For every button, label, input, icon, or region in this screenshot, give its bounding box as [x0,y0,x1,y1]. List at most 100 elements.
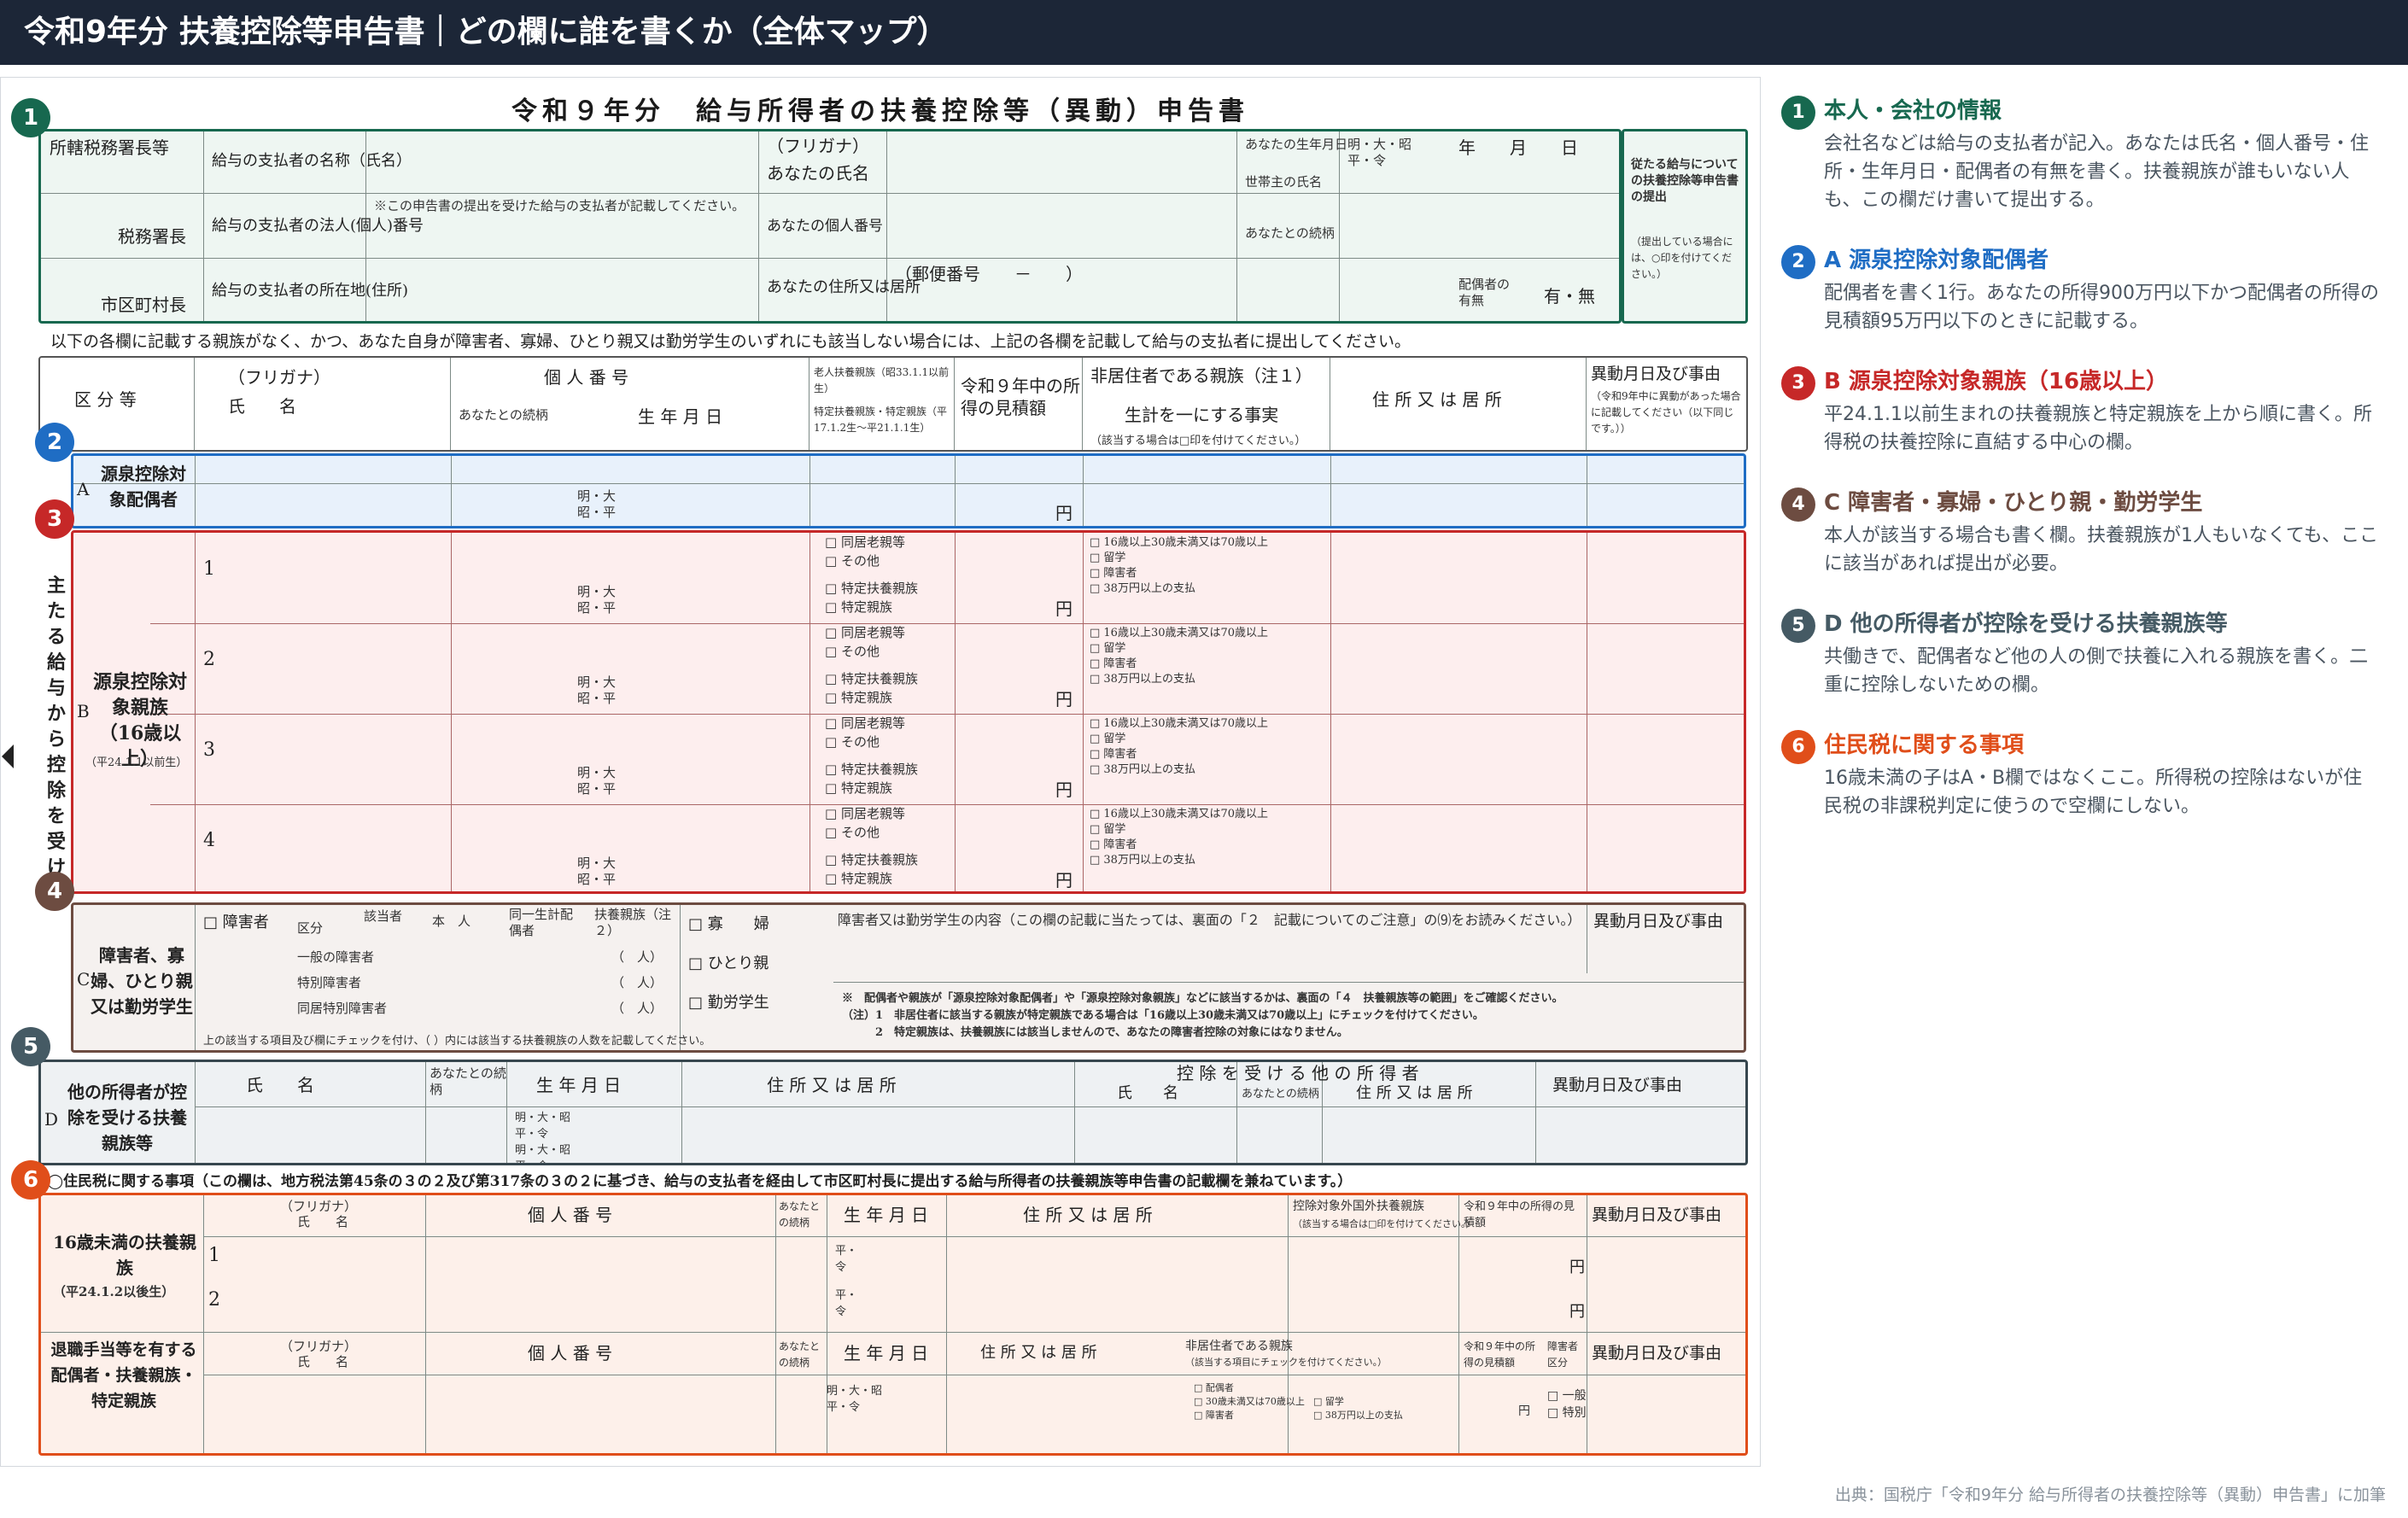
sec6-t-furigana: （フリガナ） [280,1339,358,1354]
your-name-label: あなたの氏名 [767,163,869,184]
legend-panel: 1 本人・会社の情報 会社名などは給与の支払者が記入。あなたは氏名・個人番号・住… [1781,94,2379,849]
sec-c-haigu: 同一生計配偶者 [509,907,574,938]
legend-badge-1: 1 [1781,96,1815,130]
sec-d-birth: 生 年 月 日 [536,1075,622,1095]
sec6-t-income: 令和９年中の所得の見積額 [1464,1340,1536,1369]
section-1-personal-info: 所轄税務署長等 税務署長 市区町村長 給与の支払者の名称（氏名） 給与の支払者の… [38,129,1622,324]
col-hikyo-note: （該当する場合は□印を付けてください。） [1090,435,1306,447]
legend-badge-5: 5 [1781,609,1815,643]
sec-b-row-2: 2 [203,649,215,670]
sec-c-honnin: 本 人 [432,914,471,929]
legend-title-6: 住民税に関する事項 [1824,733,2025,758]
birth-label: あなたの生年月日 [1245,137,1348,152]
b1-yen: 円 [1055,598,1072,619]
b2-hikyo-1: □ 16歳以上30歳未満又は70歳以上 [1090,627,1269,639]
sec6-t-chk-3: □ 障害者 [1194,1410,1234,1421]
b4-chk-dokyo: □ 同居老親等 [825,806,905,821]
b3-chk-other: □ その他 [825,734,880,750]
spouse-yesno: 有・無 [1544,286,1595,307]
sec-c-fuyo: 扶養親族（注２） [594,907,672,938]
sec-c-gaito: 該当者 [364,908,403,924]
office-label: 所轄税務署長等 [50,137,169,158]
b1-chk-dokyo: □ 同居老親等 [825,534,905,550]
sec-c-shogai: □ 障害者 [203,914,269,931]
sec-d-addr: 住 所 又 は 居 所 [767,1075,897,1095]
legend-desc-5: 共働きで、配偶者など他の人の側で扶養に入れる親族を書く。二重に控除しないための欄… [1824,646,2369,696]
legend-item-4: 4 C 障害者・寡婦・ひとり親・勤労学生 本人が該当する場合も書く欄。扶養親族が… [1781,486,2379,578]
section-2-spouse-a: A 源泉控除対象配偶者 明・大 昭・平 円 [71,453,1746,528]
section-4-disability-c: C 障害者、寡婦、ひとり親又は勤労学生 □ 障害者 区分 該当者 本 人 同一生… [71,902,1746,1053]
relation-label: あなたとの続柄 [1245,225,1335,241]
payer-name-label: 給与の支払者の名称（氏名） [212,152,412,170]
b4-yen: 円 [1055,870,1072,890]
b4-chk-tokutei-shinzoku: □ 特定親族 [825,871,892,886]
b2-yen: 円 [1055,689,1072,709]
legend-desc-6: 16歳未満の子はA・B欄ではなくここ。所得税の控除はないが住民税の非課税判定に使… [1824,768,2363,817]
furigana-label: （フリガナ） [767,136,869,156]
col-change: 異動月日及び事由 [1591,365,1721,383]
sec6-heading: ◯住民税に関する事項（この欄は、地方税法第45条の３の２及び第317条の３の２に… [47,1173,1353,1190]
sec-a-letter: A [77,479,90,499]
b4-hikyo-1: □ 16歳以上30歳未満又は70歳以上 [1090,808,1269,820]
badge-5: 5 [11,1027,50,1066]
col-seikei: 生計を一にする事実 [1125,405,1279,425]
sec-c-naiyo: 障害者又は勤労学生の内容（この欄の記載に当たっては、裏面の「２ 記載についてのご… [838,912,1581,928]
sec-d-name: 氏 名 [246,1075,314,1095]
legend-title-2: A 源泉控除対象配偶者 [1824,248,2049,273]
b1-chk-tokutei: □ 特定扶養親族 [825,581,918,596]
sec-c-label: 障害者、寡婦、ひとり親又は勤労学生 [91,945,193,1017]
b1-era: 明・大 昭・平 [577,584,617,616]
col-kubun: 区 分 等 [74,389,137,410]
sec6-t-birth: 生 年 月 日 [844,1343,929,1363]
legend-desc-2: 配偶者を書く1行。あなたの所得900万円以下かつ配偶者の所得の見積額95万円以下… [1824,283,2379,332]
b3-hikyo-2: □ 留学 [1090,733,1126,745]
legend-title-3: B 源泉控除対象親族（16歳以上） [1824,369,2169,394]
sec6-t-ippan: □ 一般 [1547,1389,1587,1403]
col-birth: 生 年 月 日 [638,406,723,427]
b1-hikyo-4: □ 38万円以上の支払 [1090,582,1195,595]
legend-item-5: 5 D 他の所得者が控除を受ける扶養親族等 共働きで、配偶者など他の人の側で扶養… [1781,607,2379,699]
b2-hikyo-3: □ 障害者 [1090,657,1137,670]
b1-chk-other: □ その他 [825,553,880,569]
sec-d-letter: D [44,1109,59,1130]
sec6-t-kubun: 障害者区分 [1547,1340,1579,1369]
sec6-t-kojin: 個 人 番 号 [528,1343,613,1363]
b4-chk-tokutei: □ 特定扶養親族 [825,852,918,867]
form-note: 以下の各欄に記載する親族がなく、かつ、あなた自身が障害者、寡婦、ひとり親又は勤労… [50,332,1411,351]
legend-desc-3: 平24.1.1以前生まれの扶養親族と特定親族を上から順に書く。所得税の扶養控除に… [1824,404,2372,453]
badge-6: 6 [11,1160,50,1200]
head-label: 世帯主の氏名 [1245,174,1323,190]
col-income: 令和９年中の所得の見積額 [961,376,1080,418]
sec-d-other: 控 除 を 受 け る 他 の 所 得 者 [1177,1063,1419,1083]
sec6-era-2: 平・令 [835,1289,858,1318]
sec-d-relation: あなたとの続柄 [430,1066,506,1097]
sec-c-note-3: 2 特定親族は、扶養親族には該当しませんので、あなたの障害者控除の対象にはなりま… [842,1026,1348,1039]
sec6-t-hikyo-note: （該当する項目にチェックを付けてください。） [1185,1357,1388,1368]
b2-chk-other: □ その他 [825,644,880,659]
col-name: 氏 名 [228,396,296,417]
postal-label: （郵便番号 － ） [895,264,1083,284]
top-banner: 令和9年分 扶養控除等申告書｜どの欄に誰を書くか（全体マップ） [0,0,2408,65]
legend-badge-4: 4 [1781,488,1815,522]
col-kojin: 個 人 番 号 [544,367,629,388]
b4-era: 明・大 昭・平 [577,855,617,887]
sec-c-nin-3: （ 人） [611,1001,663,1016]
section-1-side-box: 従たる給与についての扶養控除等申告書の提出 （提出している場合には、○印を付けて… [1622,129,1748,324]
col-relation: あなたとの続柄 [459,407,548,423]
sec-d-era-1: 明・大・昭 平・令 [515,1112,571,1141]
sec-c-kafu: □ 寡 婦 [688,915,769,933]
payer-address-label: 給与の支払者の所在地(住所) [212,282,409,300]
sec6-change: 異動月日及び事由 [1592,1206,1722,1224]
b3-hikyo-4: □ 38万円以上の支払 [1090,763,1195,776]
side-box-note: （提出している場合には、○印を付けてください。） [1631,236,1733,280]
sec6-relation: あなたとの続柄 [779,1200,821,1229]
sec6-kojin: 個 人 番 号 [528,1205,613,1225]
sec-c-note-1: ※ 配偶者や親族が「源泉控除対象配偶者」や「源泉控除対象親族」などに該当するかは… [842,992,1563,1005]
col-tokutei: 特定扶養親族・特定親族（平17.1.2生～平21.1.1生） [814,406,948,434]
sec-d-other-addr: 住 所 又 は 居 所 [1356,1084,1473,1102]
sec-c-nin-1: （ 人） [611,949,663,965]
sec6-kokugai-note: （該当する場合は□印を付けてください。） [1293,1218,1476,1229]
b3-chk-tokutei: □ 特定扶養親族 [825,762,918,777]
col-furigana: （フリガナ） [228,367,330,388]
sec6-row-1: 1 [208,1245,220,1266]
